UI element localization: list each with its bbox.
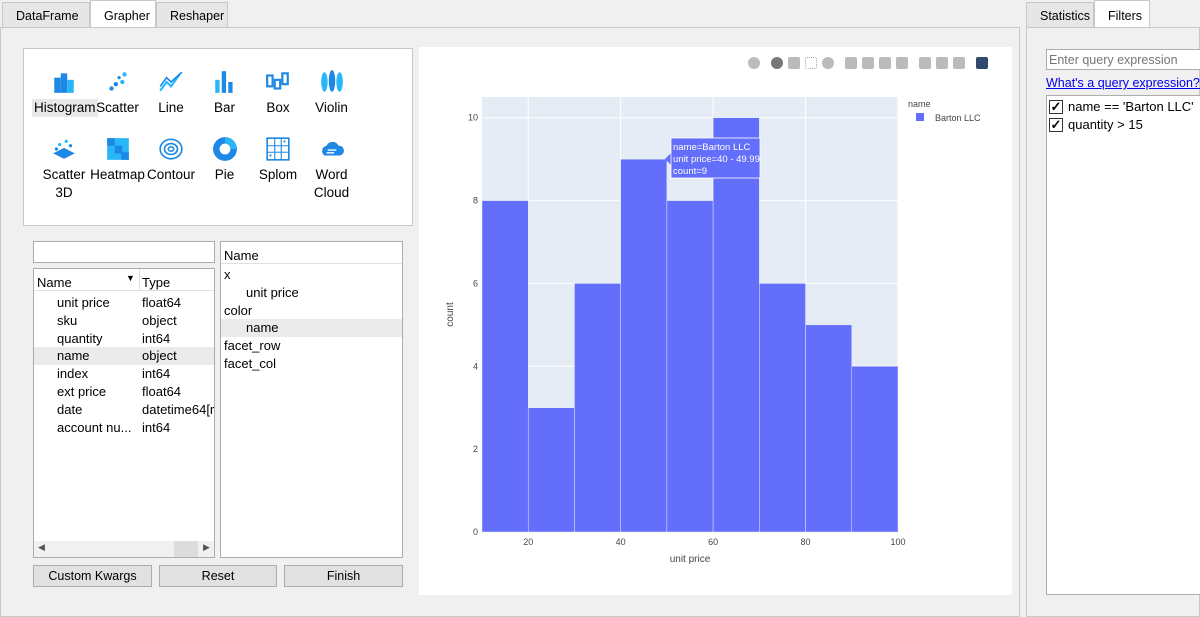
x-tick-label: 100 [890, 537, 905, 547]
tab-statistics[interactable]: Statistics [1026, 2, 1094, 27]
column-search-input[interactable] [33, 241, 215, 263]
column-type: int64 [142, 366, 171, 382]
y-tick-label: 6 [473, 278, 478, 288]
y-tick-label: 8 [473, 196, 478, 206]
plot-type-picker: Histogram Scatter Line Bar Box Violin Scatter … [23, 48, 413, 226]
mapping-label: unit price [246, 284, 299, 300]
histogram-bar[interactable] [574, 283, 621, 533]
histogram-bar[interactable] [851, 366, 899, 533]
y-tick-label: 10 [468, 113, 478, 123]
reset-button[interactable]: Reset [159, 565, 277, 587]
custom-kwargs-button[interactable]: Custom Kwargs [33, 565, 152, 587]
mapping-item[interactable]: facet_row [221, 337, 402, 355]
column-type: float64 [142, 384, 182, 399]
plot-type-label: Violin [315, 100, 348, 115]
mapping-label: facet_col [224, 356, 277, 371]
x-axis-label: unit price [670, 554, 711, 565]
column-type: object [142, 348, 177, 364]
checkbox[interactable]: ✓ [1049, 118, 1063, 132]
query-help-link[interactable]: What's a query expression? [1046, 76, 1200, 90]
column-row[interactable]: account nu... int64 [34, 419, 214, 437]
plot-type-label: Word Cloud [313, 167, 350, 200]
filter-label: quantity > 15 [1068, 117, 1143, 132]
legend-title: name [908, 99, 931, 109]
x-tick-label: 60 [708, 537, 718, 547]
column-name: sku [57, 312, 78, 328]
checkbox[interactable]: ✓ [1049, 100, 1063, 114]
wordcloud-icon [300, 136, 364, 162]
x-tick-label: 80 [801, 537, 811, 547]
column-row[interactable]: ext price float64 [34, 383, 214, 401]
column-name: date [57, 401, 83, 417]
filter-label: name == 'Barton LLC' [1068, 99, 1194, 114]
y-tick-label: 4 [473, 361, 478, 371]
plot-type-word-cloud[interactable]: Word Cloud [300, 136, 364, 202]
chart-area[interactable]: 0 2 4 6 8 10 20 40 60 80 100 unit price count name Bar… [419, 47, 1012, 595]
column-type: datetime64[r [142, 401, 215, 417]
histogram-bar[interactable] [481, 200, 529, 533]
mapping-label: color [224, 302, 253, 318]
tooltip-line: name=Barton LLC [673, 142, 751, 153]
legend-item[interactable]: Barton LLC [935, 113, 981, 123]
column-name: account nu... [57, 419, 132, 435]
tab-grapher[interactable]: Grapher [90, 0, 156, 28]
filter-item[interactable]: ✓ name == 'Barton LLC' [1047, 98, 1200, 116]
column-row[interactable]: date datetime64[r [34, 401, 214, 419]
y-tick-label: 2 [473, 444, 478, 454]
mapping-item[interactable]: color [221, 302, 402, 320]
mapping-tree: Name x unit price color name facet_row facet_… [220, 241, 403, 558]
x-tick-label: 20 [523, 537, 533, 547]
column-header-type[interactable]: Type [142, 275, 170, 290]
column-type: int64 [142, 330, 171, 346]
mapping-header: Name [224, 248, 259, 263]
histogram-bar[interactable] [805, 324, 853, 533]
histogram-bar[interactable] [620, 158, 668, 533]
tooltip-line: count=9 [673, 166, 707, 177]
horizontal-scrollbar[interactable]: ◀ ▶ [34, 541, 214, 557]
finish-button[interactable]: Finish [284, 565, 403, 587]
histogram-bar[interactable] [666, 200, 714, 533]
tab-dataframe[interactable]: DataFrame [2, 2, 90, 27]
column-name: ext price [57, 384, 107, 399]
column-name: quantity [57, 330, 103, 346]
y-axis-label: count [445, 302, 456, 327]
histogram-bar[interactable] [712, 117, 760, 533]
x-tick-label: 40 [616, 537, 626, 547]
column-type: int64 [142, 419, 171, 435]
column-row[interactable]: index int64 [34, 365, 214, 383]
column-row[interactable]: quantity int64 [34, 330, 214, 348]
histogram-bar[interactable] [759, 283, 806, 533]
column-type: float64 [142, 295, 182, 310]
mapping-item[interactable]: name [221, 319, 402, 338]
mapping-label: name [246, 320, 279, 336]
query-input[interactable] [1046, 49, 1200, 70]
mapping-item[interactable]: unit price [221, 284, 402, 302]
column-name: name [57, 348, 90, 364]
mapping-label: facet_row [224, 338, 281, 354]
mapping-item[interactable]: x [221, 266, 402, 284]
y-tick-label: 0 [473, 527, 478, 537]
column-type: object [142, 312, 177, 328]
plot-type-violin[interactable]: Violin [300, 69, 364, 117]
histogram-bar[interactable] [527, 407, 575, 533]
filter-list: ✓ name == 'Barton LLC' ✓ quantity > 15 [1046, 95, 1200, 595]
column-header-name[interactable]: Name [37, 275, 72, 290]
tooltip-line: unit price=40 - 49.99 [673, 154, 760, 165]
filter-item[interactable]: ✓ quantity > 15 [1047, 116, 1200, 134]
violin-icon [300, 69, 364, 95]
sort-arrow-icon: ▼ [126, 273, 135, 283]
tab-reshaper[interactable]: Reshaper [156, 2, 228, 27]
column-row[interactable]: sku object [34, 312, 214, 330]
column-name: index [57, 366, 89, 382]
column-name: unit price [57, 295, 110, 310]
column-row[interactable]: name object [34, 347, 214, 366]
mapping-label: x [224, 267, 231, 282]
tab-filters[interactable]: Filters [1094, 0, 1150, 28]
column-row[interactable]: unit price float64 [34, 294, 214, 312]
mapping-item[interactable]: facet_col [221, 355, 402, 373]
legend-swatch[interactable] [916, 113, 924, 121]
columns-table: Name ▼ Type unit price float64 sku object qu… [33, 268, 215, 558]
